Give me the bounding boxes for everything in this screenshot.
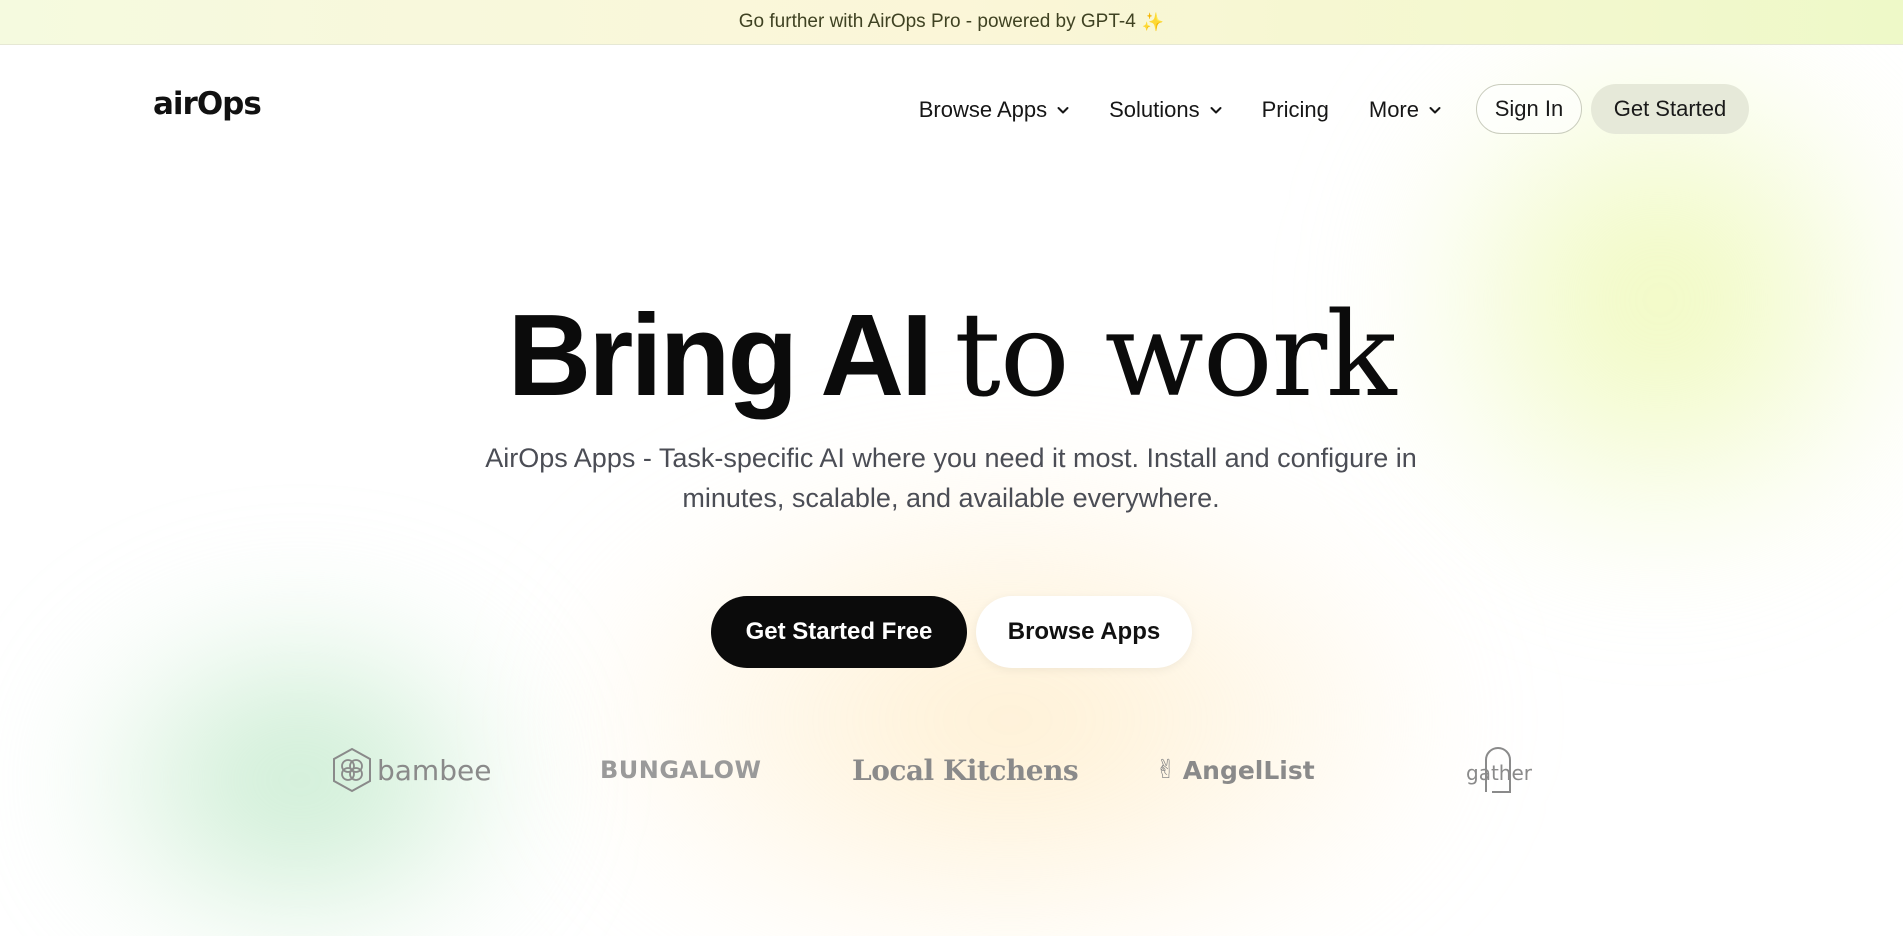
sign-in-button[interactable]: Sign In	[1476, 84, 1582, 134]
hero-subtitle: AirOps Apps - Task-specific AI where you…	[485, 443, 1417, 513]
nav-more[interactable]: More	[1369, 97, 1441, 123]
bungalow-logo: BUNGALOW	[600, 756, 762, 784]
chevron-down-icon	[1429, 107, 1441, 114]
nav-solutions-label: Solutions	[1109, 97, 1200, 122]
hero-title-bold: Bring AI	[507, 290, 934, 420]
airops-logo[interactable]: airOps	[153, 86, 262, 122]
hero-title-light: to work	[954, 288, 1396, 423]
angellist-logo-text: AngelList	[1182, 755, 1315, 785]
header-nav: airOps Browse Apps Solutions Pricing Mor…	[0, 44, 1903, 174]
local-kitchens-logo: Local Kitchens	[852, 753, 1079, 787]
get-started-free-button[interactable]: Get Started Free	[711, 596, 967, 668]
nav-solutions[interactable]: Solutions	[1109, 97, 1222, 123]
get-started-button[interactable]: Get Started	[1591, 84, 1749, 134]
hero-title: Bring AI to work	[0, 290, 1903, 421]
bambee-icon	[333, 747, 371, 793]
nav-browse-apps[interactable]: Browse Apps	[919, 97, 1069, 123]
sparkle-icon: ✨	[1141, 11, 1165, 32]
peace-hand-icon: ✌	[1155, 755, 1177, 785]
page: Go further with AirOps Pro - powered by …	[0, 0, 1903, 936]
chevron-down-icon	[1210, 107, 1222, 114]
nav-links: Browse Apps Solutions Pricing More	[879, 84, 1441, 136]
chevron-down-icon	[1057, 107, 1069, 114]
bambee-logo-text: bambee	[377, 753, 492, 787]
announcement-text[interactable]: Go further with AirOps Pro - powered by …	[739, 11, 1136, 33]
browse-apps-button[interactable]: Browse Apps	[976, 596, 1192, 668]
nav-browse-apps-label: Browse Apps	[918, 97, 1048, 122]
nav-pricing[interactable]: Pricing	[1262, 97, 1329, 123]
customer-logos: bambee BUNGALOW Local Kitchens ✌ AngelLi…	[0, 740, 1903, 800]
bambee-logo: bambee	[331, 740, 491, 800]
gather-logo: gather	[1466, 740, 1532, 800]
angellist-logo: ✌ AngelList	[1155, 740, 1315, 800]
nav-pricing-label: Pricing	[1261, 97, 1329, 122]
background-gradient-orange	[560, 460, 1460, 936]
gather-logo-text: gather	[1466, 761, 1532, 785]
announcement-bar[interactable]: Go further with AirOps Pro - powered by …	[0, 0, 1903, 45]
nav-more-label: More	[1368, 97, 1419, 122]
